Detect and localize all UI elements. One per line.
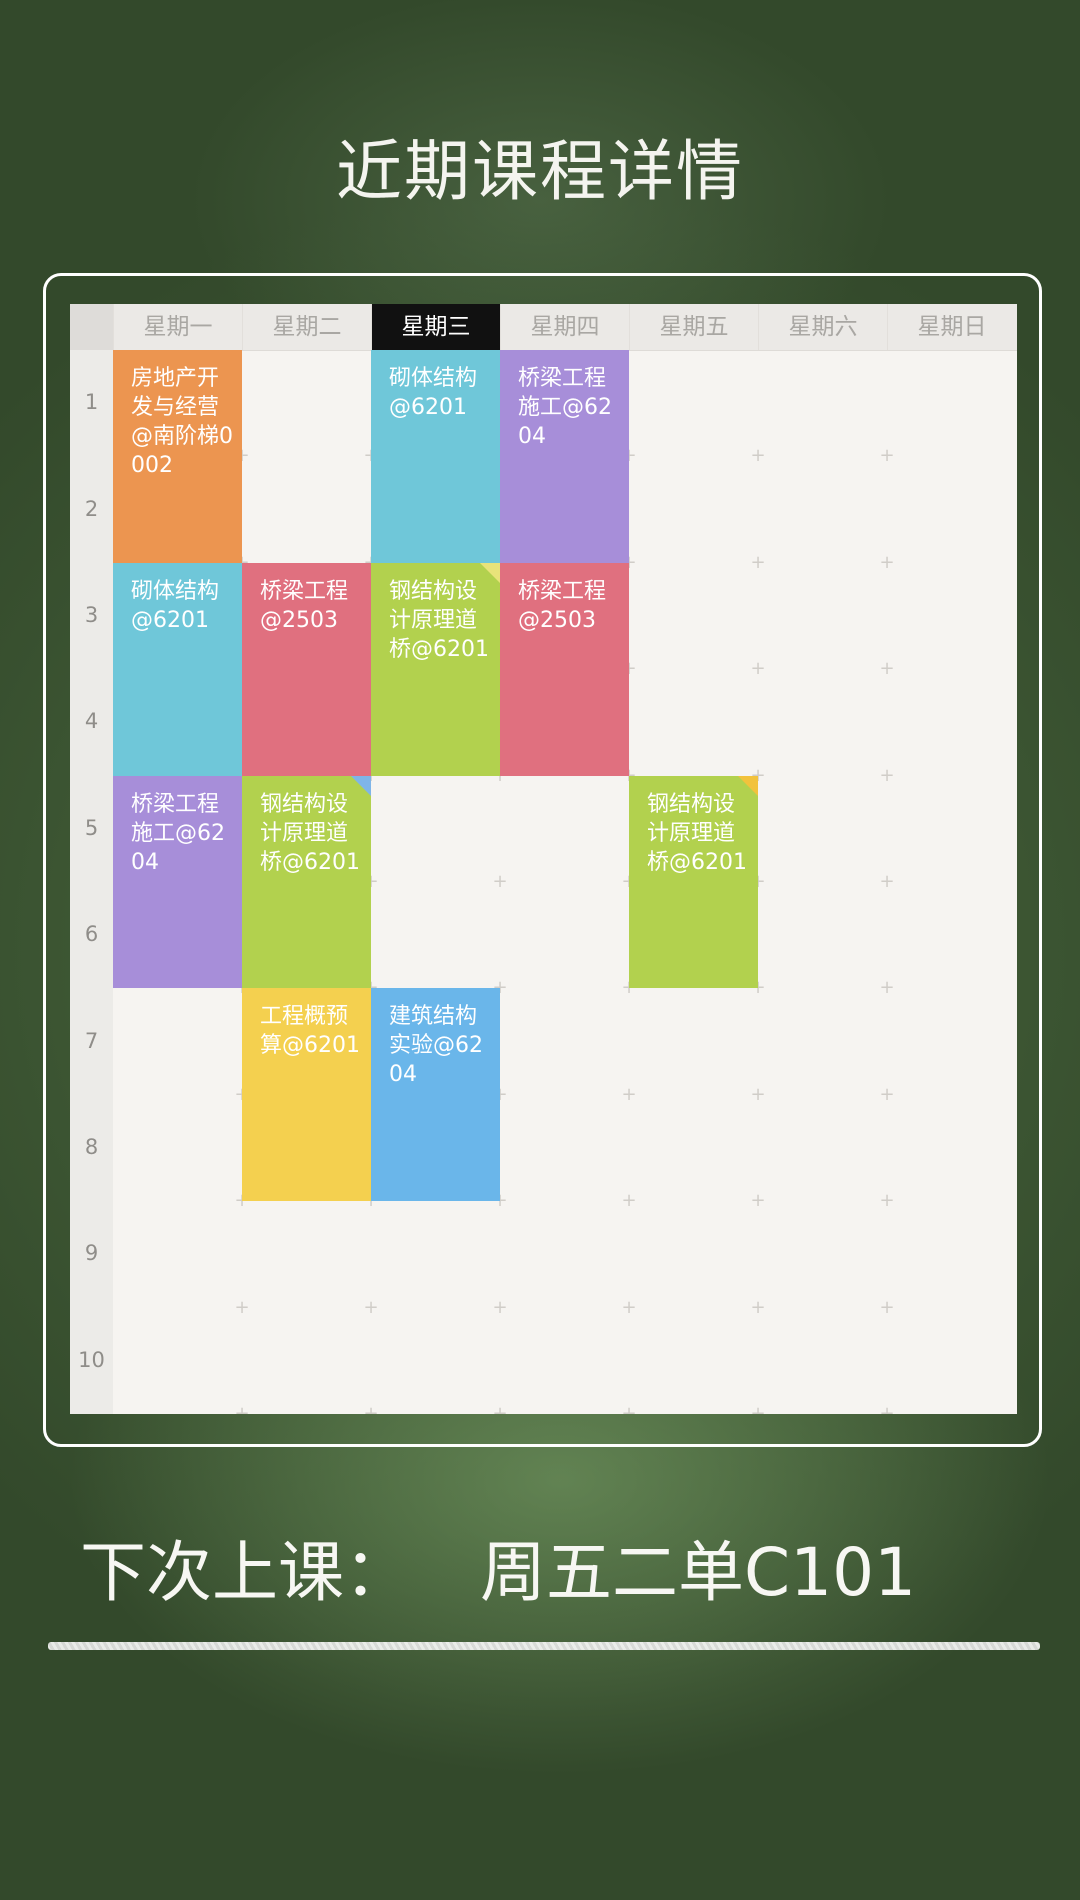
grid-add-marker: + <box>750 1403 766 1415</box>
day-header-5[interactable]: 星期五 <box>629 304 758 350</box>
course-block[interactable]: 钢结构设计原理道桥@6201 <box>371 562 500 776</box>
course-block[interactable]: 桥梁工程施工@6204 <box>113 775 242 989</box>
day-header-7[interactable]: 星期日 <box>887 304 1016 350</box>
grid-add-marker: + <box>750 1296 766 1318</box>
day-header-2[interactable]: 星期二 <box>242 304 371 350</box>
day-header-3[interactable]: 星期三 <box>371 304 500 350</box>
grid-add-marker: + <box>879 551 895 573</box>
period-number: 3 <box>84 603 99 627</box>
course-block[interactable]: 工程概预算@6201 <box>242 988 371 1202</box>
grid-add-marker: + <box>879 658 895 680</box>
corner-fold-icon <box>738 775 758 796</box>
period-number: 7 <box>84 1028 99 1053</box>
course-text: 桥梁工程@2503 <box>518 578 607 633</box>
grid-add-marker: + <box>879 871 895 892</box>
course-block[interactable]: 桥梁工程施工@6204 <box>500 350 629 563</box>
grid-add-marker: + <box>750 1083 766 1105</box>
grid-add-marker: + <box>234 1403 250 1415</box>
grid-add-marker: + <box>750 658 766 680</box>
day-header-6[interactable]: 星期六 <box>758 304 887 350</box>
course-block[interactable]: 桥梁工程@2503 <box>242 562 371 776</box>
grid-add-marker: + <box>621 1083 637 1105</box>
course-text: 桥梁工程施工@6204 <box>518 366 612 449</box>
course-text: 钢结构设计原理道桥@6201 <box>260 791 360 875</box>
course-text: 砌体结构@6201 <box>131 578 220 633</box>
grid-add-marker: + <box>363 1403 379 1415</box>
grid-add-marker: + <box>492 871 508 892</box>
period-number: 9 <box>84 1241 99 1266</box>
chalk-divider <box>48 1642 1040 1650</box>
grid-add-marker: + <box>879 1190 895 1212</box>
grid-add-marker: + <box>879 1296 895 1318</box>
grid-add-marker: + <box>879 764 895 786</box>
course-block[interactable]: 钢结构设计原理道桥@6201 <box>629 775 758 989</box>
period-column: 1 2 3 4 5 6 7 8 9 10 <box>70 350 113 1414</box>
period-number: 8 <box>84 1135 99 1159</box>
course-block[interactable]: 房地产开发与经营@南阶梯0002 <box>113 350 242 563</box>
period-number: 2 <box>84 496 99 521</box>
grid-add-marker: + <box>363 1296 379 1318</box>
timetable: 星期一 星期二 星期三 星期四 星期五 星期六 星期日 1 2 3 4 5 6 7 8 9 10 + + + + + +… <box>70 304 1017 1414</box>
grid-add-marker: + <box>621 1296 637 1318</box>
course-block[interactable]: 砌体结构@6201 <box>371 350 500 563</box>
grid-add-marker: + <box>750 551 766 573</box>
period-number: 1 <box>84 390 99 415</box>
course-text: 桥梁工程施工@6204 <box>131 791 225 875</box>
period-number: 6 <box>84 922 99 947</box>
next-class-label: 下次上课： <box>80 1534 410 1611</box>
period-number: 10 <box>78 1347 105 1372</box>
grid-add-marker: + <box>234 1296 250 1318</box>
grid-add-marker: + <box>621 1403 637 1415</box>
day-header-1[interactable]: 星期一 <box>113 304 242 350</box>
course-block[interactable]: 建筑结构实验@6204 <box>371 988 500 1202</box>
header-corner <box>70 304 113 350</box>
course-text: 工程概预算@6201 <box>260 1004 360 1059</box>
grid-add-marker: + <box>879 445 895 467</box>
next-class-value: 周五二单C101 <box>480 1534 917 1611</box>
grid-add-marker: + <box>492 1296 508 1318</box>
grid-add-marker: + <box>750 1190 766 1212</box>
course-text: 钢结构设计原理道桥@6201 <box>647 791 747 875</box>
grid-add-marker: + <box>879 1083 895 1105</box>
course-text: 建筑结构实验@6204 <box>389 1004 483 1088</box>
course-text: 房地产开发与经营@南阶梯0002 <box>131 366 233 478</box>
course-block[interactable]: 砌体结构@6201 <box>113 562 242 776</box>
grid-add-marker: + <box>492 1403 508 1415</box>
grid-add-marker: + <box>621 1190 637 1212</box>
course-block[interactable]: 桥梁工程@2503 <box>500 562 629 776</box>
grid-add-marker: + <box>750 445 766 467</box>
day-header-4[interactable]: 星期四 <box>500 304 629 350</box>
period-number: 5 <box>84 815 99 840</box>
course-block[interactable]: 钢结构设计原理道桥@6201 <box>242 775 371 989</box>
grid-add-marker: + <box>879 977 895 999</box>
course-text: 砌体结构@6201 <box>389 366 478 420</box>
page-title: 近期课程详情 <box>336 133 744 210</box>
corner-fold-icon <box>480 562 500 583</box>
weekday-header: 星期一 星期二 星期三 星期四 星期五 星期六 星期日 <box>70 304 1017 351</box>
period-number: 4 <box>84 709 99 734</box>
course-text: 桥梁工程@2503 <box>260 578 349 633</box>
grid-add-marker: + <box>879 1403 895 1415</box>
course-text: 钢结构设计原理道桥@6201 <box>389 578 489 662</box>
corner-fold-icon <box>351 775 371 796</box>
